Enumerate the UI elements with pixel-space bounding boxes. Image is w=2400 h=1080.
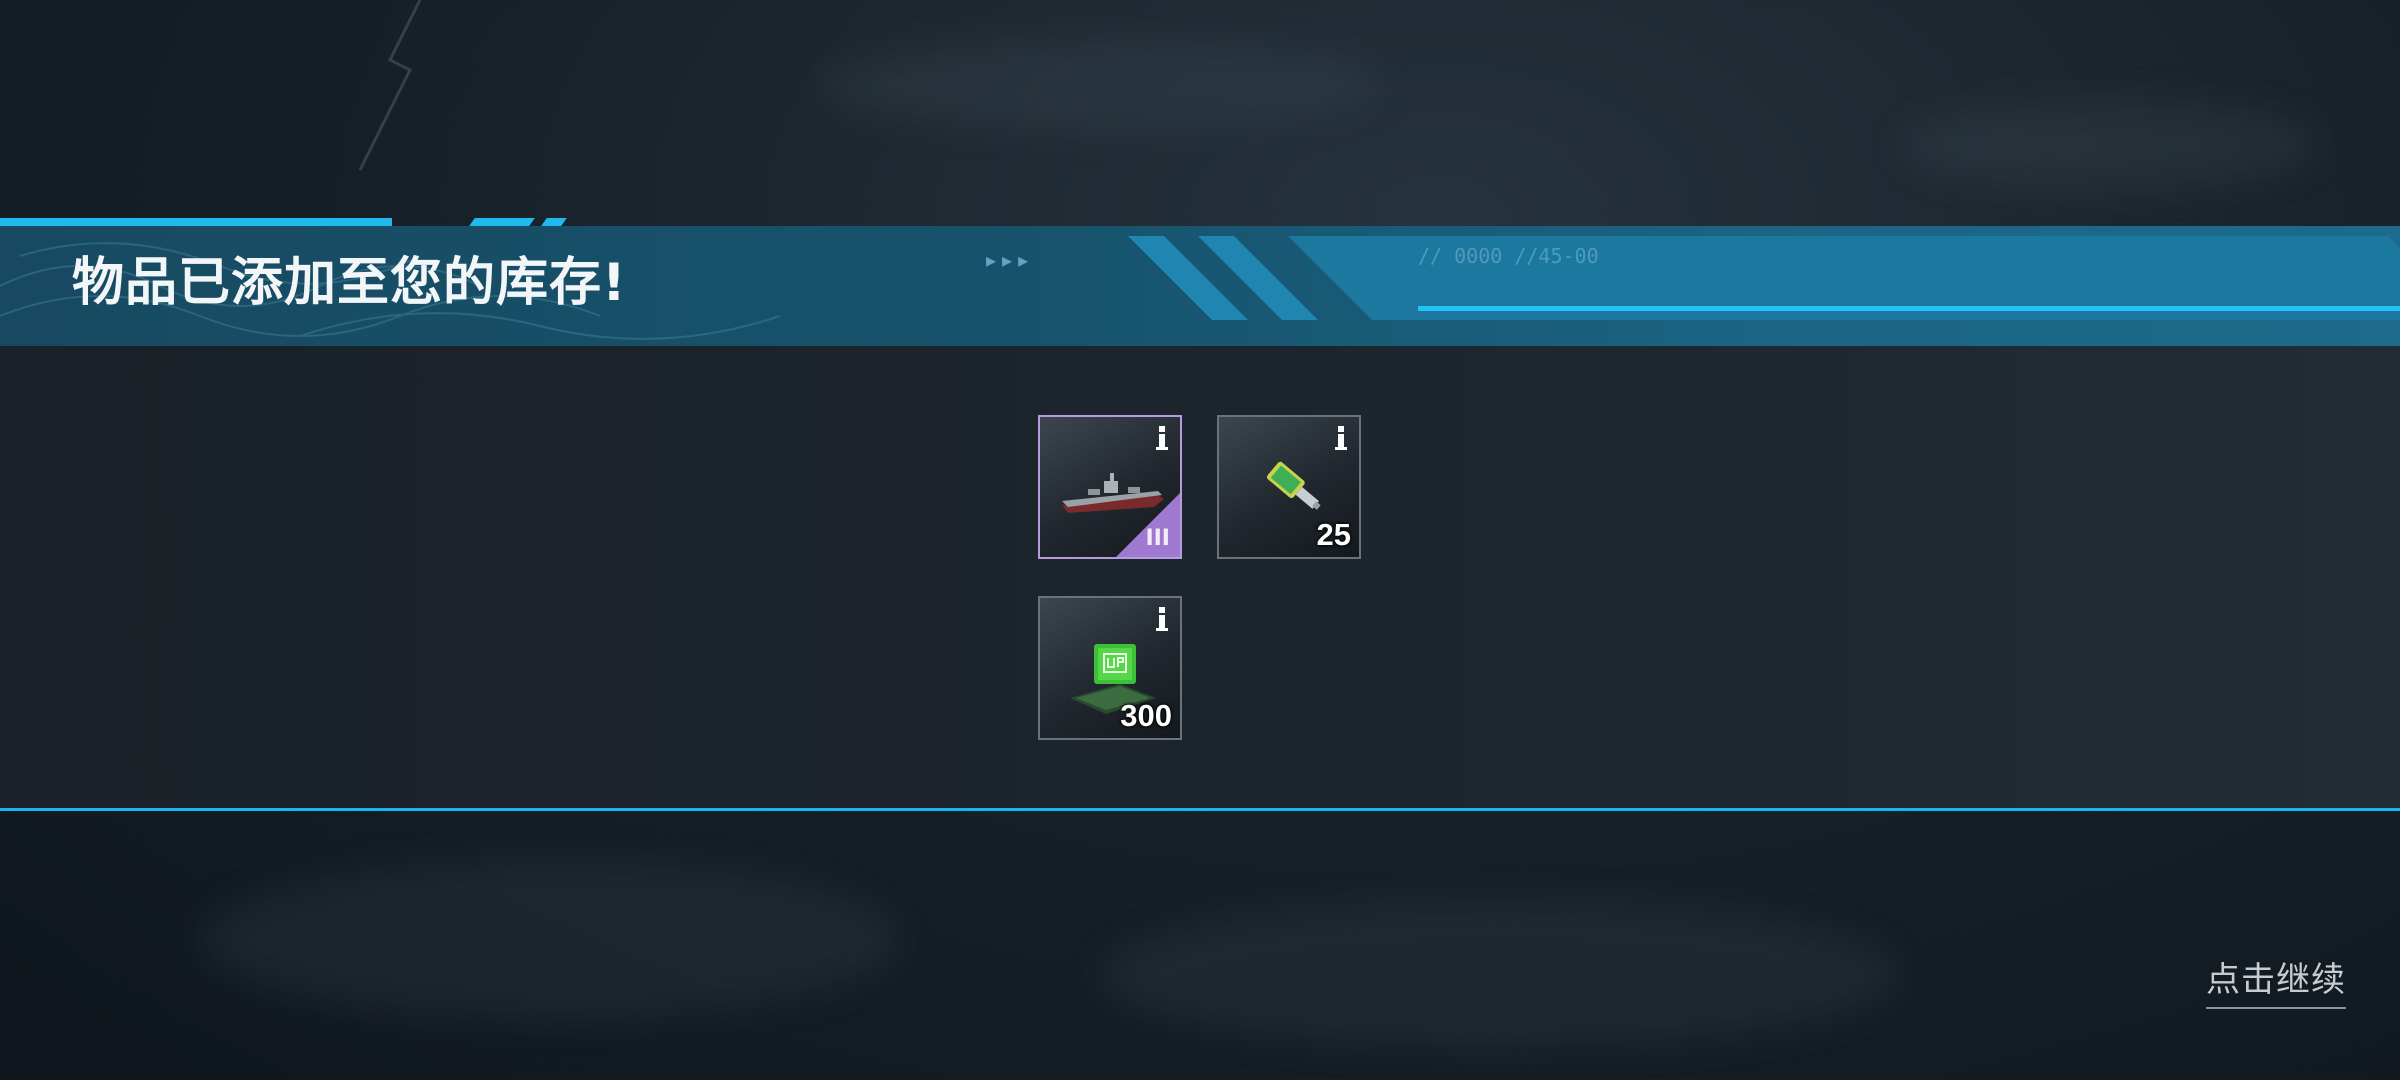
item-quantity: 25 <box>1316 517 1351 552</box>
banner-code: // 0000 //45-00 <box>1418 244 1599 268</box>
info-icon[interactable] <box>1333 425 1349 451</box>
lightning-icon <box>358 0 422 171</box>
continue-button[interactable]: 点击继续 <box>2206 952 2346 1009</box>
reward-item-ship[interactable]: III <box>1038 415 1182 559</box>
banner-accent-dash <box>541 218 567 226</box>
banner-arrows-icon: ▸▸▸ <box>986 248 1035 272</box>
banner-accent-dash <box>469 218 535 226</box>
reward-item-up-module[interactable]: 300 <box>1038 596 1182 740</box>
panel-divider <box>0 808 2400 811</box>
item-quantity: 300 <box>1120 698 1172 733</box>
tier-label: III <box>1145 526 1170 551</box>
reward-item-token[interactable]: 25 <box>1217 415 1361 559</box>
reward-banner: 物品已添加至您的库存! ▸▸▸ // 0000 //45-00 <box>0 210 2400 346</box>
info-icon[interactable] <box>1154 606 1170 632</box>
banner-accent-line <box>0 218 392 226</box>
rewards-panel <box>0 346 2400 810</box>
banner-right-line <box>1418 306 2400 311</box>
page-title: 物品已添加至您的库存! <box>72 253 627 313</box>
info-icon[interactable] <box>1154 425 1170 451</box>
